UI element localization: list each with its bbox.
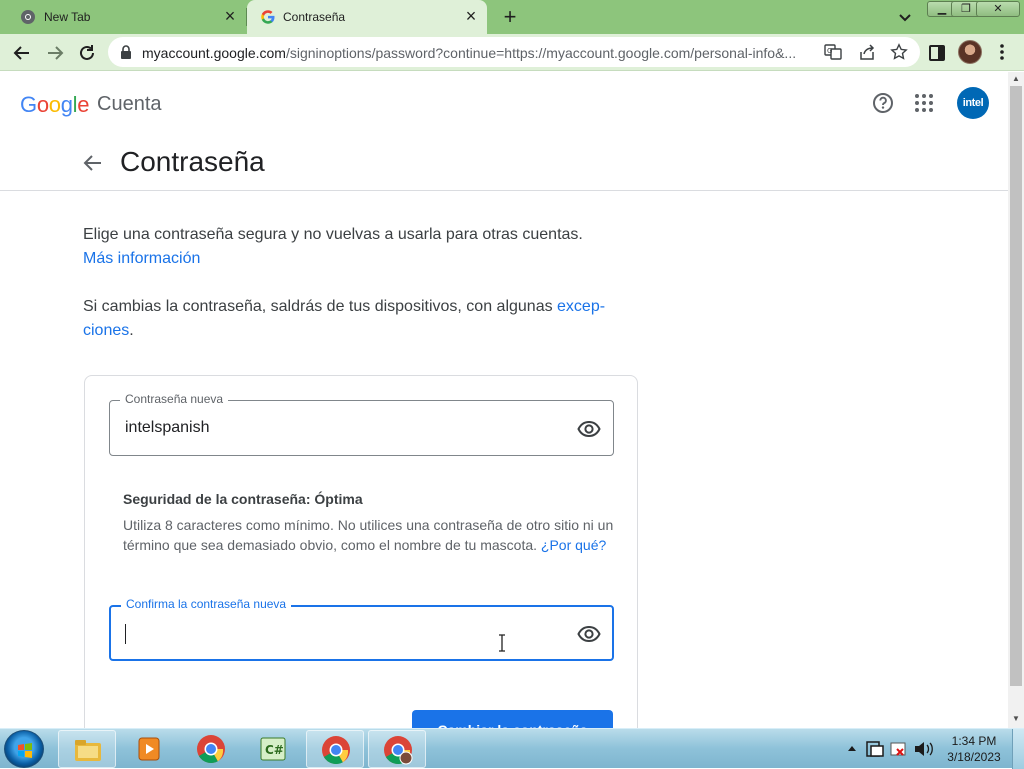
clock-date: 3/18/2023 <box>947 750 1001 764</box>
header-divider <box>0 190 1008 191</box>
page-content: Google Cuenta intel Contraseña Elige una… <box>0 72 1008 728</box>
taskbar-media-player[interactable] <box>120 730 178 768</box>
strength-help-text: Utiliza 8 caracteres como mínimo. No uti… <box>123 517 614 553</box>
chevron-down-icon[interactable] <box>896 8 914 26</box>
strength-label: Seguridad de la contraseña: <box>123 491 315 507</box>
confirm-password-label: Confirma la contraseña nueva <box>121 597 292 611</box>
signout-period: . <box>129 322 134 339</box>
close-tab-icon[interactable]: × <box>220 6 240 26</box>
scroll-down-arrow-icon[interactable]: ▼ <box>1012 714 1020 723</box>
taskbar-chrome-profile[interactable] <box>368 730 426 768</box>
svg-text:G: G <box>827 47 832 55</box>
logo-letter: o <box>36 92 49 117</box>
forward-arrow-icon[interactable] <box>42 40 68 66</box>
tab-title: New Tab <box>44 10 91 24</box>
tab-new-tab[interactable]: New Tab × <box>0 0 246 34</box>
text-caret <box>125 624 126 644</box>
tab-title: Contraseña <box>283 10 346 24</box>
share-icon[interactable] <box>858 43 876 61</box>
close-tab-icon[interactable]: × <box>461 6 481 26</box>
google-logo[interactable]: Google <box>20 92 89 118</box>
start-button[interactable] <box>4 730 44 768</box>
strength-help: Utiliza 8 caracteres como mínimo. No uti… <box>123 515 615 555</box>
media-player-icon <box>138 737 160 761</box>
confirm-password-field[interactable]: Confirma la contraseña nueva <box>109 597 614 661</box>
url-domain: myaccount.google.com <box>142 45 286 61</box>
new-password-label: Contraseña nueva <box>120 392 229 406</box>
apps-grid-icon[interactable] <box>914 93 934 113</box>
logo-letter: g <box>60 92 73 117</box>
url-text[interactable]: myaccount.google.com/signinoptions/passw… <box>142 45 822 61</box>
taskbar-explorer[interactable] <box>58 730 116 768</box>
logo-letter: G <box>20 92 37 117</box>
back-arrow-icon[interactable] <box>9 40 35 66</box>
vertical-scrollbar[interactable]: ▲ ▼ <box>1008 72 1024 728</box>
reload-icon[interactable] <box>74 40 100 66</box>
clock-time: 1:34 PM <box>951 734 997 748</box>
tab-strip: New Tab × Contraseña × + ▁ ❐ ✕ <box>0 0 1024 34</box>
profile-avatar[interactable] <box>958 40 982 64</box>
more-info-link[interactable]: Más información <box>83 250 200 267</box>
google-favicon-icon <box>261 10 275 24</box>
account-avatar[interactable]: intel <box>957 87 989 119</box>
why-link[interactable]: ¿Por qué? <box>541 537 606 553</box>
taskbar-chrome-1[interactable] <box>182 730 240 768</box>
bookmark-star-icon[interactable] <box>890 43 908 61</box>
new-password-value[interactable]: intelspanish <box>125 419 210 437</box>
kebab-menu-icon[interactable] <box>996 42 1008 62</box>
scroll-up-arrow-icon[interactable]: ▲ <box>1012 74 1020 83</box>
windows-logo-icon <box>18 743 32 758</box>
logo-letter: o <box>48 92 61 117</box>
chrome-icon <box>197 735 225 764</box>
change-password-button[interactable]: Cambiar la contraseña <box>412 710 613 728</box>
window-close-button[interactable]: ✕ <box>976 1 1020 17</box>
intro-sentence: Elige una contraseña segura y no vuelvas… <box>83 226 583 243</box>
translate-icon[interactable]: G <box>824 43 842 61</box>
side-panel-icon[interactable] <box>928 44 946 62</box>
text-cursor-icon <box>499 634 505 652</box>
new-tab-button[interactable]: + <box>498 4 522 30</box>
folder-icon <box>75 740 101 761</box>
back-arrow-icon[interactable] <box>82 152 104 174</box>
chrome-icon <box>322 736 350 765</box>
show-password-eye-icon[interactable] <box>577 417 601 441</box>
windows-taskbar: C# 1:34 PM 3/18/2023 <box>0 728 1024 769</box>
signout-sentence: Si cambias la contraseña, saldrás de tus… <box>83 298 558 315</box>
browser-toolbar: myaccount.google.com/signinoptions/passw… <box>0 34 1024 71</box>
page-title: Contraseña <box>120 146 265 177</box>
taskbar-clock[interactable]: 1:34 PM 3/18/2023 <box>940 733 1008 765</box>
chrome-icon <box>21 10 35 24</box>
show-password-eye-icon[interactable] <box>577 622 601 646</box>
help-icon[interactable] <box>872 92 894 114</box>
taskbar-csharp[interactable]: C# <box>244 730 302 768</box>
strength-heading: Seguridad de la contraseña: Óptima <box>123 491 363 507</box>
signout-notice: Si cambias la contraseña, saldrás de tus… <box>83 295 643 343</box>
taskbar-chrome-2[interactable] <box>306 730 364 768</box>
lock-icon[interactable] <box>120 45 132 59</box>
csharp-icon: C# <box>260 737 286 761</box>
new-password-field[interactable]: Contraseña nueva intelspanish <box>109 392 614 456</box>
show-desktop-button[interactable] <box>1012 729 1024 769</box>
logo-letter: e <box>77 92 90 117</box>
product-name[interactable]: Cuenta <box>97 93 162 116</box>
svg-text:C#: C# <box>265 743 284 757</box>
strength-value: Óptima <box>314 491 363 507</box>
scrollbar-thumb[interactable] <box>1010 86 1022 686</box>
url-path: /signinoptions/password?continue=https:/… <box>285 45 797 61</box>
password-card: Contraseña nueva intelspanish Seguridad … <box>84 375 638 728</box>
address-bar[interactable]: myaccount.google.com/signinoptions/passw… <box>108 37 920 67</box>
tab-contrasena[interactable]: Contraseña × <box>247 0 487 34</box>
system-tray[interactable] <box>843 737 943 761</box>
intro-text: Elige una contraseña segura y no vuelvas… <box>83 223 583 271</box>
chrome-profile-icon <box>384 736 413 765</box>
